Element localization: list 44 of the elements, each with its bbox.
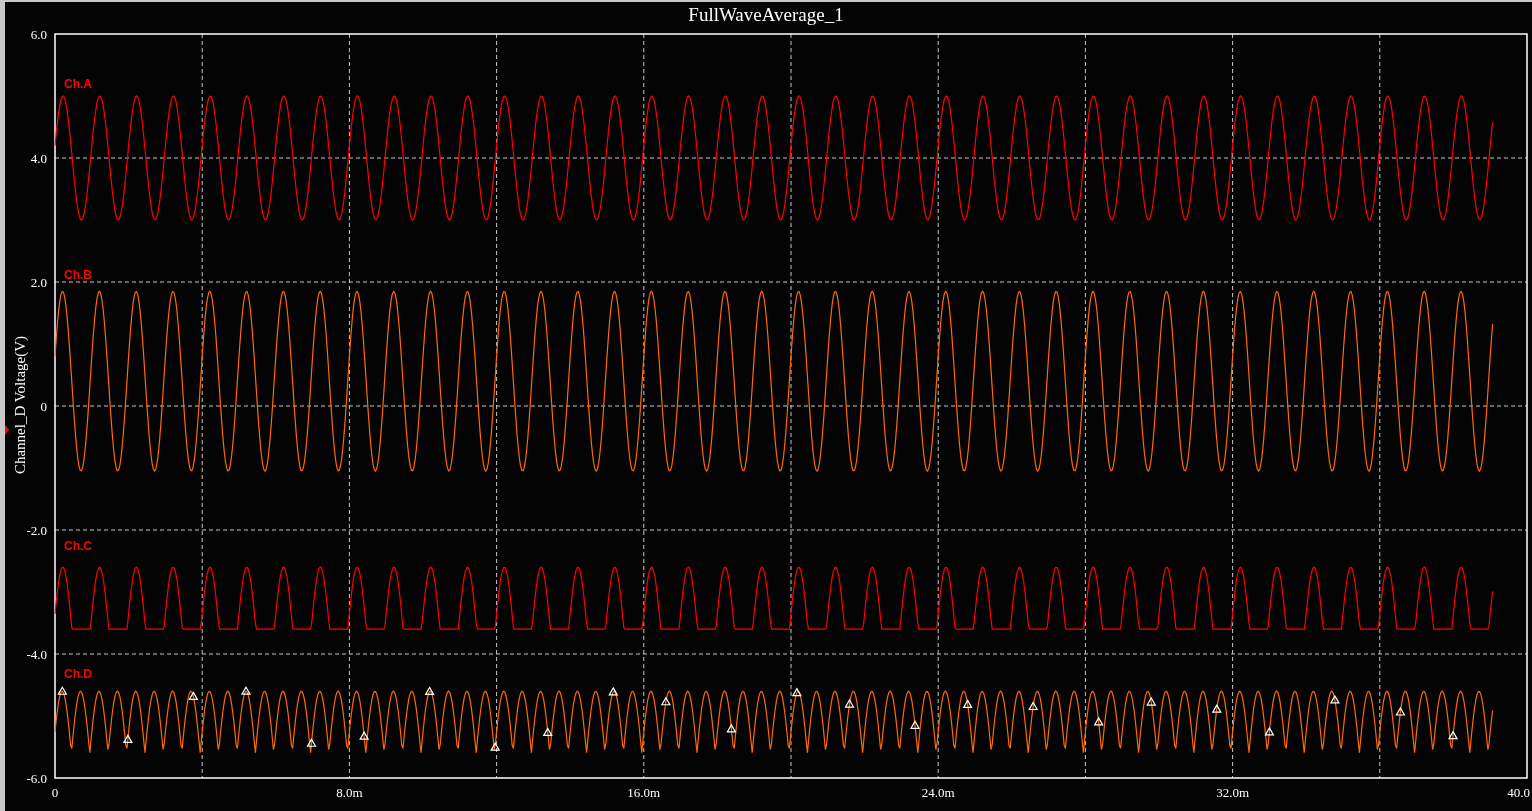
marker-icon (910, 720, 921, 729)
marker-icon (306, 738, 317, 747)
x-tick-label: 8.0m (336, 785, 363, 800)
channel-label: Ch.B (64, 268, 92, 282)
marker-icon (188, 691, 199, 700)
marker-icon (1093, 716, 1104, 726)
channel-label: Ch.A (64, 77, 92, 91)
y-tick-label: -2.0 (26, 523, 47, 538)
marker-icon (1146, 696, 1157, 706)
plot-title: FullWaveAverage_1 (688, 4, 844, 25)
marker-icon (359, 730, 370, 740)
marker-icon (122, 734, 133, 743)
x-tick-label: 24.0m (921, 785, 955, 800)
marker-icon (57, 686, 68, 695)
marker-icon (726, 723, 737, 733)
y-tick-label: 4.0 (30, 151, 47, 166)
marker-icon (1028, 701, 1039, 711)
y-tick-label: 0 (40, 399, 47, 414)
marker-icon (844, 698, 855, 708)
cursor-icon (5, 425, 9, 435)
channel-label: Ch.D (64, 667, 92, 681)
marker-icon (424, 686, 435, 696)
marker-icon (1211, 703, 1222, 713)
marker-icon (490, 741, 501, 751)
y-tick-label: 6.0 (30, 27, 47, 42)
marker-icon (240, 686, 252, 695)
x-tick-label: 16.0m (627, 785, 661, 800)
marker-icon (962, 699, 973, 708)
marker-icon (608, 686, 619, 696)
marker-icon (660, 696, 671, 706)
y-tick-label: -6.0 (26, 771, 47, 786)
marker-icon (1448, 730, 1459, 740)
y-tick-label: 2.0 (30, 275, 47, 290)
x-tick-label: 40.0 (1507, 785, 1530, 800)
marker-icon (1395, 706, 1406, 716)
marker-icon (542, 727, 553, 737)
marker-icon (1264, 726, 1275, 736)
channel-label: Ch.C (64, 539, 92, 553)
x-tick-label: 0 (51, 785, 59, 800)
marker-icon (1329, 694, 1340, 704)
y-tick-label: -4.0 (26, 647, 47, 662)
y-axis-label: Channel_D Voltage(V) (12, 335, 28, 475)
marker-icon (791, 687, 802, 697)
x-tick-label: 32.0m (1216, 785, 1250, 800)
